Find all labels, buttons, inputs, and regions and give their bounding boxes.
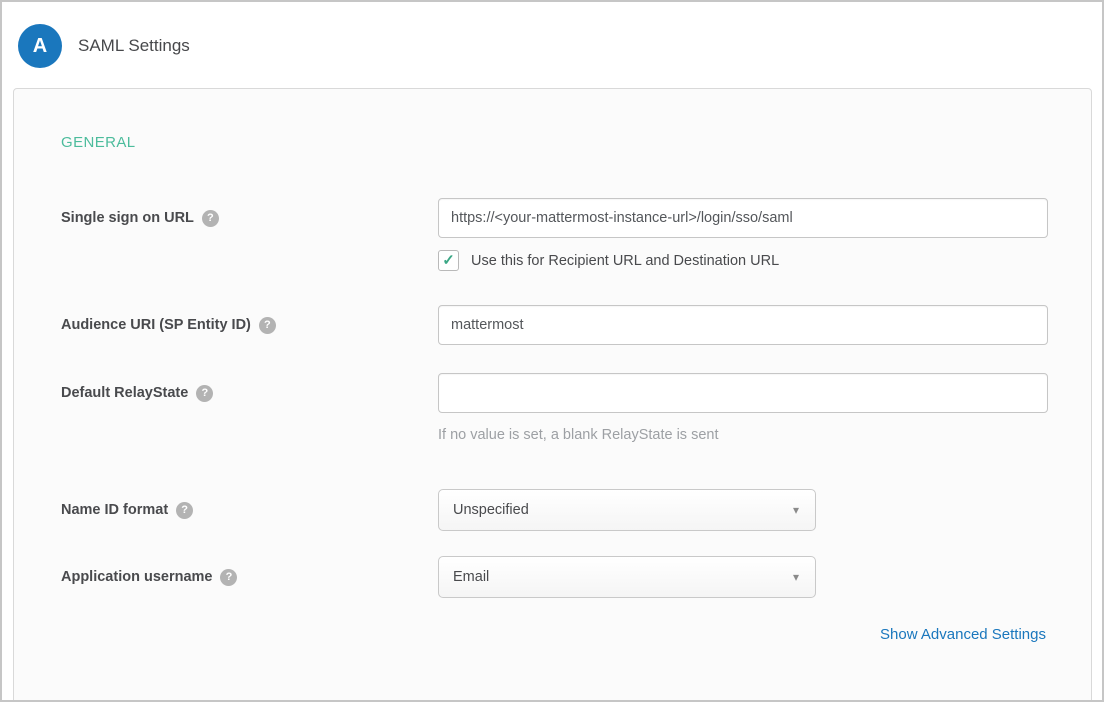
audience-uri-label: Audience URI (SP Entity ID) [61, 317, 251, 333]
chevron-down-icon: ▾ [793, 571, 799, 583]
help-icon-glyph: ? [264, 319, 271, 331]
help-icon-glyph: ? [201, 387, 208, 399]
help-icon[interactable]: ? [202, 210, 219, 227]
recipient-destination-checkbox-label: Use this for Recipient URL and Destinati… [471, 253, 779, 269]
default-relaystate-input[interactable] [438, 373, 1048, 413]
application-username-selected-value: Email [453, 569, 489, 585]
application-username-select[interactable]: Email ▾ [438, 556, 816, 598]
help-icon-glyph: ? [226, 571, 233, 583]
audience-uri-input[interactable] [438, 305, 1048, 345]
app-step-badge-letter: A [33, 35, 47, 58]
help-icon[interactable]: ? [220, 569, 237, 586]
label-col: Audience URI (SP Entity ID) ? [61, 317, 438, 334]
form-row-audience-uri: Audience URI (SP Entity ID) ? [14, 305, 1091, 345]
form-row-application-username: Application username ? Email ▾ [14, 556, 1091, 598]
label-col: Application username ? [61, 569, 438, 586]
name-id-format-select[interactable]: Unspecified ▾ [438, 489, 816, 531]
help-icon-glyph: ? [207, 212, 214, 224]
advanced-settings-link-row: Show Advanced Settings [14, 626, 1091, 644]
section-heading-general: GENERAL [61, 134, 1091, 151]
recipient-destination-checkbox-row: ✓ Use this for Recipient URL and Destina… [14, 250, 1091, 271]
form-row-name-id-format: Name ID format ? Unspecified ▾ [14, 489, 1091, 531]
app-step-badge: A [18, 24, 62, 68]
show-advanced-settings-link[interactable]: Show Advanced Settings [880, 626, 1046, 643]
single-sign-on-url-label: Single sign on URL [61, 210, 194, 226]
label-col: Single sign on URL ? [61, 210, 438, 227]
recipient-destination-checkbox[interactable]: ✓ [438, 250, 459, 271]
page-title: SAML Settings [78, 36, 190, 56]
name-id-format-label: Name ID format [61, 502, 168, 518]
name-id-format-selected-value: Unspecified [453, 502, 529, 518]
application-username-label: Application username [61, 569, 212, 585]
chevron-down-icon: ▾ [793, 504, 799, 516]
form-row-default-relaystate: Default RelayState ? [14, 373, 1091, 413]
saml-settings-panel: GENERAL Single sign on URL ? ✓ Use this … [13, 88, 1092, 702]
relaystate-helper-row: If no value is set, a blank RelayState i… [14, 426, 1091, 444]
screen: A SAML Settings GENERAL Single sign on U… [0, 0, 1104, 702]
header: A SAML Settings [2, 2, 1102, 68]
check-icon: ✓ [442, 253, 455, 268]
single-sign-on-url-input[interactable] [438, 198, 1048, 238]
label-col: Default RelayState ? [61, 385, 438, 402]
help-icon[interactable]: ? [259, 317, 276, 334]
relaystate-helper-text: If no value is set, a blank RelayState i… [438, 427, 718, 443]
form-row-single-sign-on-url: Single sign on URL ? [14, 198, 1091, 238]
help-icon-glyph: ? [181, 504, 188, 516]
label-col: Name ID format ? [61, 502, 438, 519]
help-icon[interactable]: ? [196, 385, 213, 402]
help-icon[interactable]: ? [176, 502, 193, 519]
default-relaystate-label: Default RelayState [61, 385, 188, 401]
